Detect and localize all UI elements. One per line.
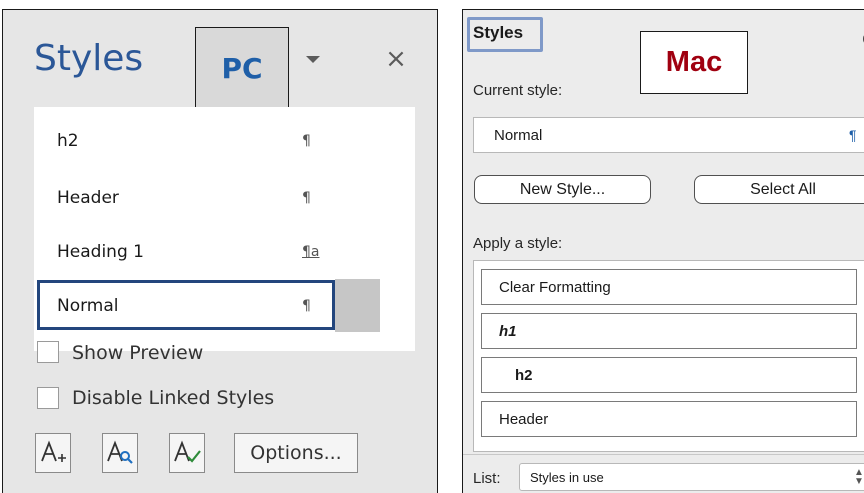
show-preview-checkbox[interactable] — [37, 341, 59, 363]
list-filter-label: List: — [473, 470, 501, 487]
current-style-value: Normal — [494, 127, 543, 144]
mac-style-item[interactable]: h1 — [481, 313, 857, 349]
paragraph-mark-icon: ¶ — [302, 298, 311, 314]
manage-styles-button[interactable] — [169, 433, 205, 473]
new-style-button[interactable]: New Style... — [474, 175, 651, 204]
pc-style-label: h2 — [57, 131, 79, 151]
paragraph-mark-icon: ¶ — [302, 133, 311, 149]
show-preview-label: Show Preview — [72, 342, 204, 364]
manage-styles-icon — [174, 440, 201, 463]
mac-style-item[interactable]: Clear Formatting — [481, 269, 857, 305]
pc-style-item[interactable]: h2 ¶ — [34, 113, 415, 169]
select-all-button[interactable]: Select All — [694, 175, 864, 204]
list-filter-select[interactable]: Styles in use ▲ ▼ — [519, 463, 864, 491]
mac-style-item[interactable]: Header — [481, 401, 857, 437]
mac-style-item[interactable]: h2 — [481, 357, 857, 393]
paragraph-mark-icon: ¶ — [849, 127, 857, 143]
disable-linked-styles-label: Disable Linked Styles — [72, 387, 275, 409]
options-button[interactable]: Options... — [234, 433, 358, 473]
pc-styles-list: h2 ¶ Header ¶ Heading 1 ¶a Normal ¶ — [34, 107, 415, 351]
chevron-down-icon[interactable] — [303, 50, 323, 70]
pc-badge: PC — [195, 27, 289, 109]
pc-style-label: Normal — [57, 296, 119, 316]
mac-style-label: Clear Formatting — [499, 279, 611, 296]
disable-linked-styles-checkbox[interactable] — [37, 387, 59, 409]
close-icon[interactable]: × — [381, 44, 411, 74]
mac-styles-pane: Styles Mac Current style: Normal ¶ New S… — [462, 9, 864, 493]
mac-style-label: h2 — [515, 367, 533, 384]
list-filter-value: Styles in use — [530, 470, 604, 485]
pc-style-label: Heading 1 — [57, 242, 144, 262]
pc-style-item-selected[interactable]: Normal ¶ — [34, 278, 415, 334]
current-style-label: Current style: — [473, 82, 563, 99]
current-style-field[interactable]: Normal ¶ — [473, 117, 864, 153]
updown-arrows-icon: ▲ ▼ — [854, 467, 864, 487]
pc-style-item[interactable]: Heading 1 ¶a — [34, 224, 415, 280]
style-inspector-button[interactable] — [102, 433, 138, 473]
mac-style-label: Header — [499, 411, 549, 428]
scrollbar-thumb[interactable] — [335, 279, 380, 332]
mac-pane-title[interactable]: Styles — [473, 23, 523, 43]
mac-style-label: h1 — [499, 323, 517, 340]
linked-style-mark-icon: ¶a — [302, 244, 320, 260]
mac-styles-list: Clear Formatting h1 h2 Header — [473, 260, 864, 452]
apply-style-label: Apply a style: — [473, 235, 563, 252]
pc-styles-pane: Styles PC × h2 ¶ Header ¶ Heading 1 ¶a N… — [2, 9, 438, 493]
pc-style-item[interactable]: Header ¶ — [34, 170, 415, 226]
pc-style-label: Header — [57, 188, 119, 208]
paragraph-mark-icon: ¶ — [302, 190, 311, 206]
mac-badge: Mac — [640, 31, 748, 94]
pc-pane-title: Styles — [34, 38, 144, 79]
divider — [463, 454, 864, 455]
new-style-icon — [41, 440, 66, 462]
new-style-button[interactable] — [35, 433, 71, 473]
style-inspector-icon — [107, 440, 133, 464]
